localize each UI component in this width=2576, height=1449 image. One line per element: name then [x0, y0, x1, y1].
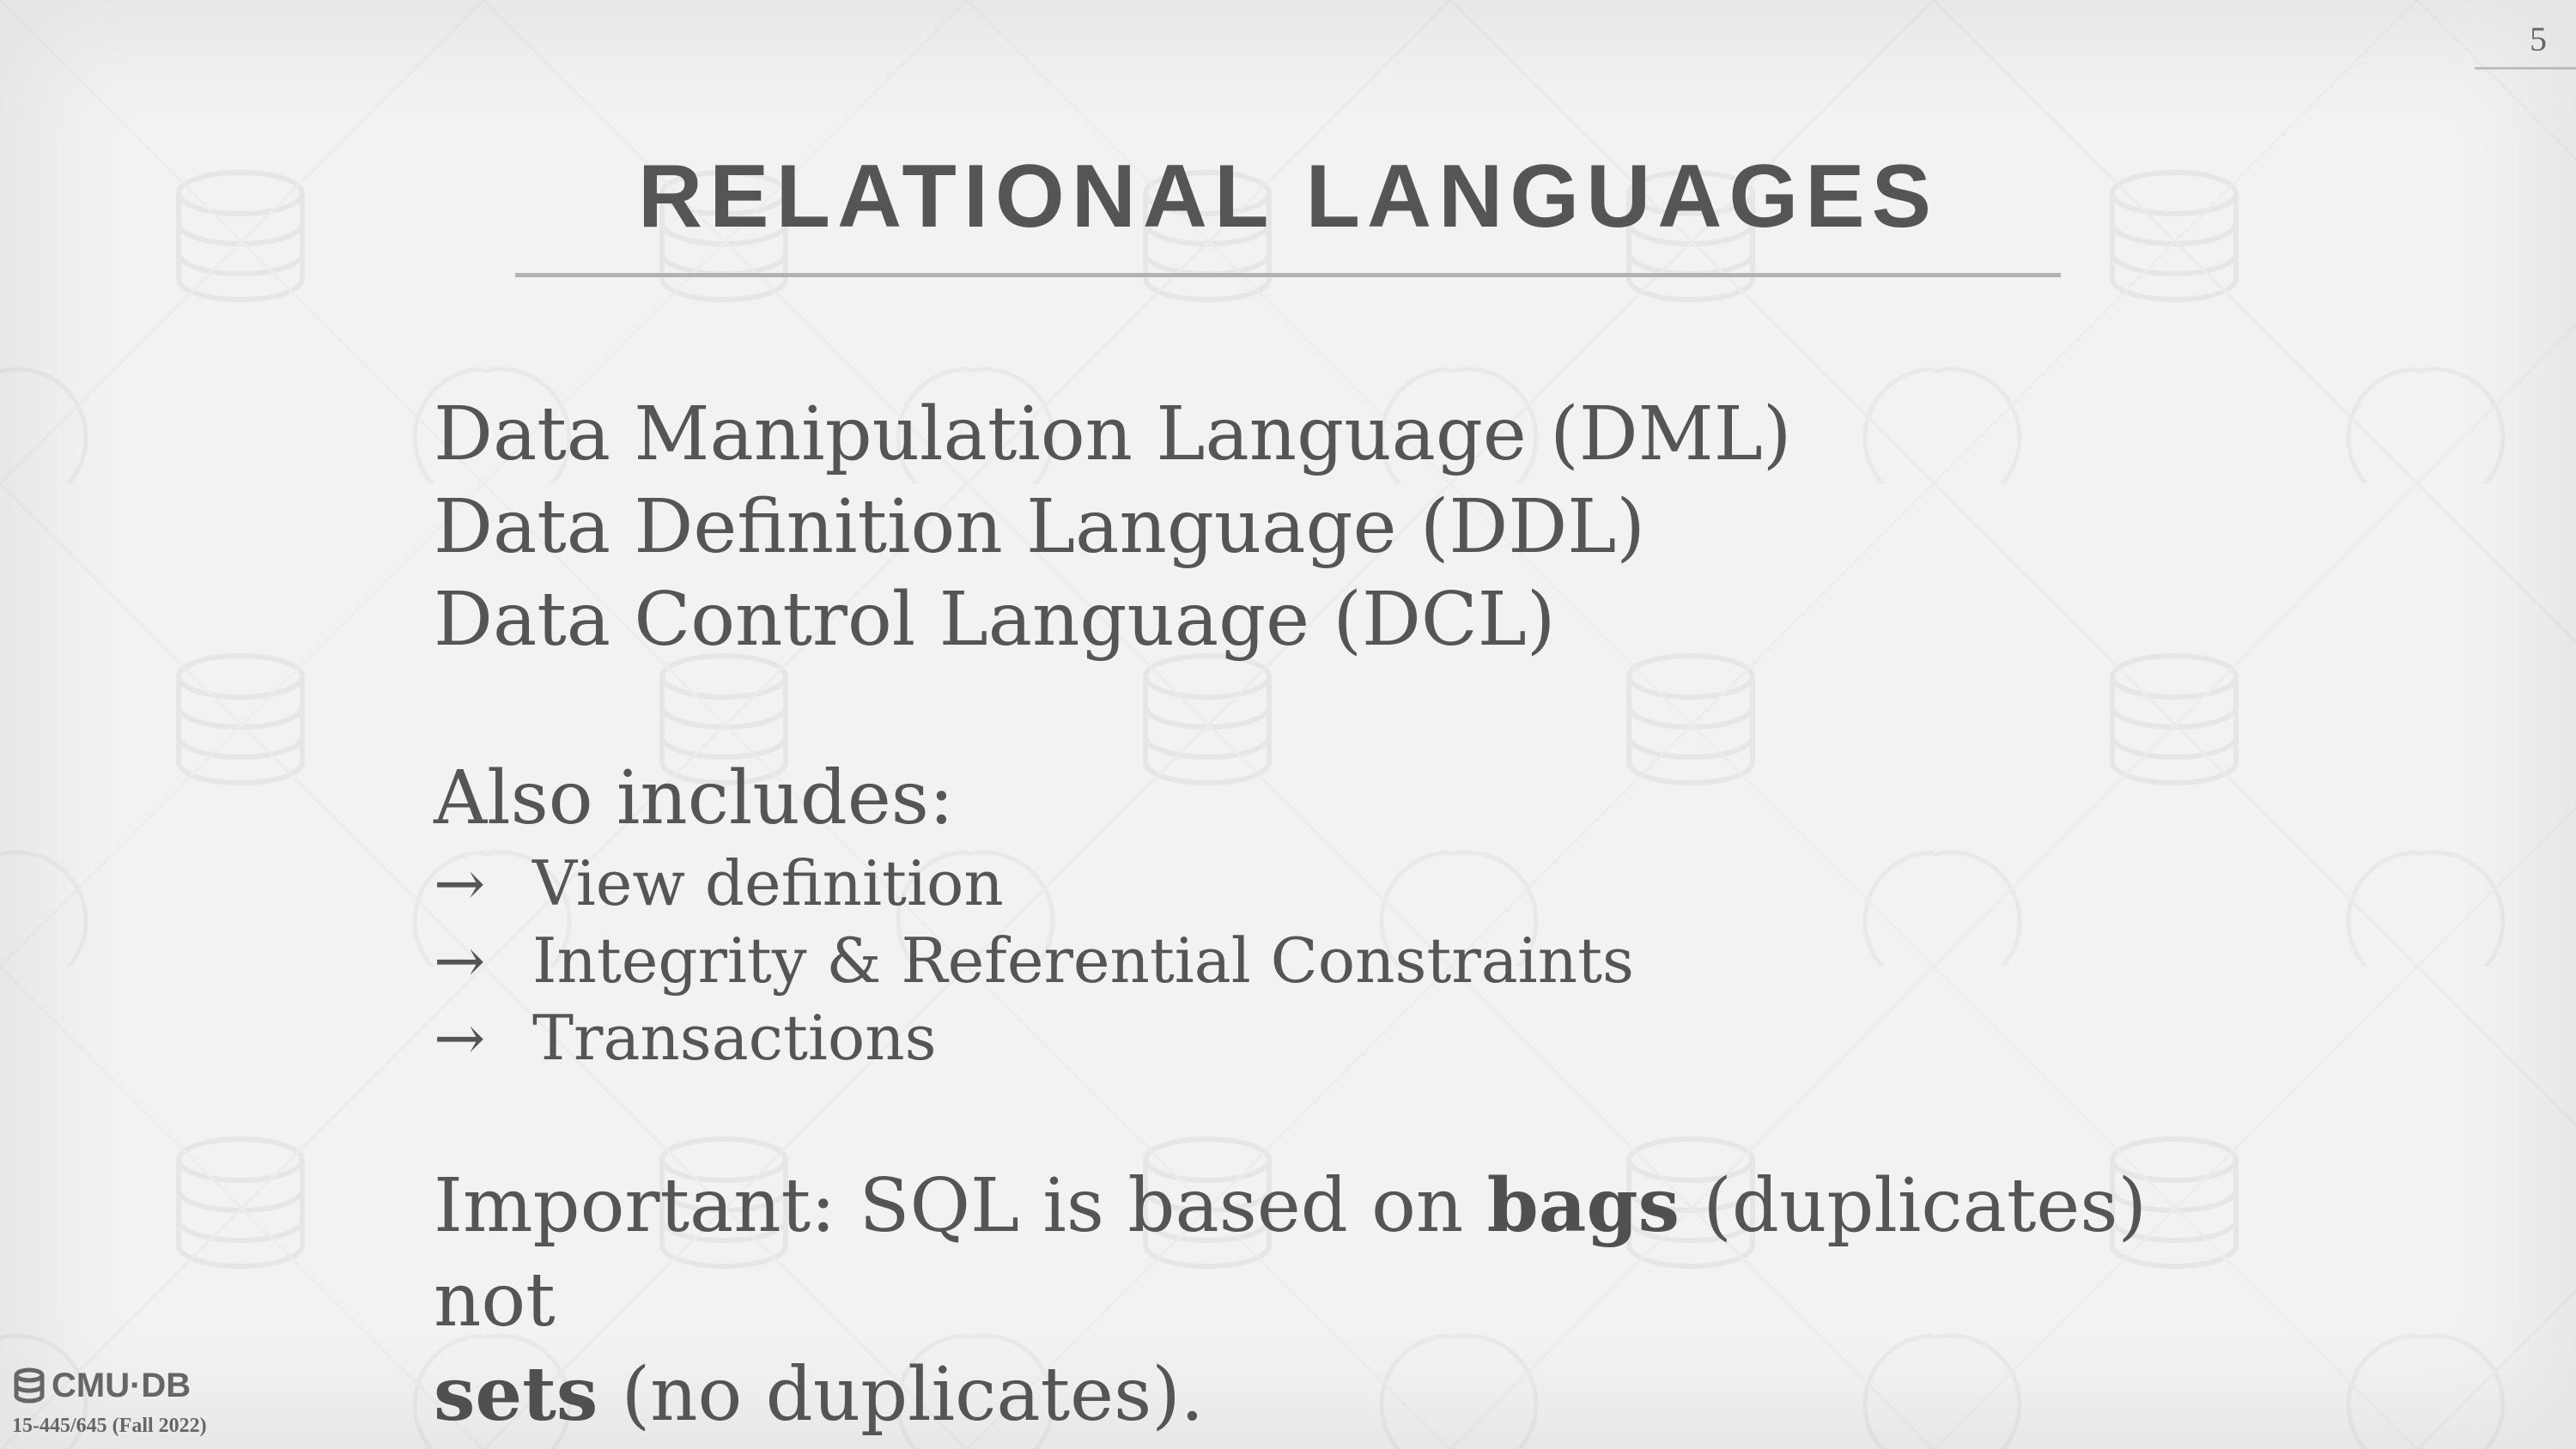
title-underline	[515, 273, 2061, 277]
page-number: 5	[2530, 20, 2547, 58]
important-suffix: (no duplicates).	[598, 1352, 1205, 1438]
language-item-dcl: Data Control Language (DCL)	[434, 577, 1556, 663]
database-icon	[14, 1367, 45, 1403]
also-includes-heading: Also includes:	[434, 755, 954, 841]
slide-title: RELATIONAL LANGUAGES	[638, 147, 1938, 246]
sub-item-label: Integrity & Referential Constraints	[532, 925, 1634, 997]
cmu-db-logo: CMU·DB	[12, 1367, 191, 1405]
sub-item-view-definition: → View definition	[434, 845, 2151, 922]
sub-item-label: Transactions	[532, 1002, 937, 1074]
important-note: Important: SQL is based on bags (duplica…	[434, 1159, 2151, 1442]
arrow-icon: →	[434, 925, 486, 997]
language-item-dml: Data Manipulation Language (DML)	[434, 391, 1792, 477]
sub-item-integrity-constraints: → Integrity & Referential Constraints	[434, 922, 2151, 999]
logo-text: CMU·DB	[52, 1367, 191, 1404]
sub-item-transactions: → Transactions	[434, 999, 2151, 1076]
slide: 5 RELATIONAL LANGUAGES Data Manipulation…	[0, 0, 2576, 1449]
course-label: 15-445/645 (Fall 2022)	[12, 1415, 207, 1437]
slide-content: Data Manipulation Language (DML) Data De…	[434, 388, 2151, 1442]
sub-item-label: View definition	[532, 847, 1004, 919]
important-prefix: Important: SQL is based on	[434, 1163, 1487, 1249]
arrow-icon: →	[434, 1002, 486, 1074]
page-number-divider	[2475, 67, 2576, 70]
language-item-ddl: Data Definition Language (DDL)	[434, 484, 1645, 570]
arrow-icon: →	[434, 847, 486, 919]
sets-term: sets	[434, 1351, 598, 1438]
bags-term: bags	[1486, 1162, 1680, 1249]
